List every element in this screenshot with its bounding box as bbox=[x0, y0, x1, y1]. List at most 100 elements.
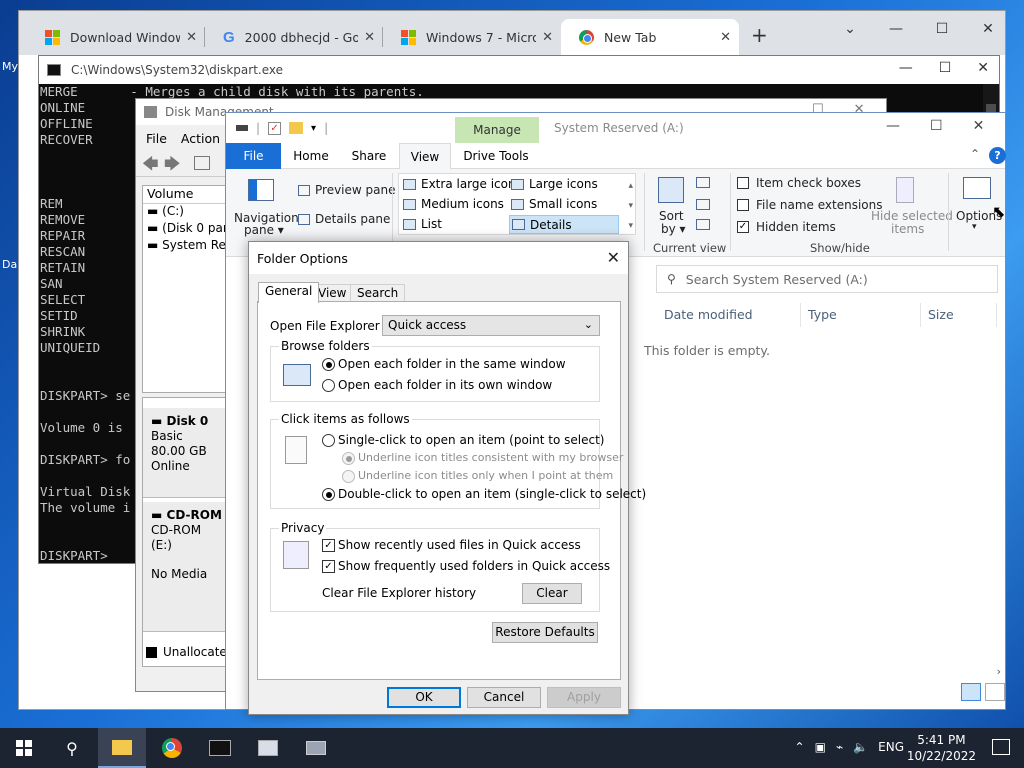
cdrom-block[interactable]: ▬ CD-ROM 0 CD-ROM (E:) No Media bbox=[143, 502, 229, 632]
network-icon[interactable]: ▣ bbox=[815, 740, 826, 754]
radio-single-click[interactable] bbox=[322, 434, 335, 447]
volume-row[interactable]: ▬ (C:) bbox=[143, 204, 227, 221]
frequent-folders-checkbox[interactable]: ✓ bbox=[322, 560, 335, 573]
size-columns-icon[interactable] bbox=[696, 219, 710, 230]
maximize-icon[interactable]: ☐ bbox=[919, 21, 965, 37]
search-icon[interactable]: ⚲ bbox=[48, 728, 96, 768]
chevron-up-icon[interactable]: ⌃ bbox=[970, 147, 980, 161]
preview-pane-button[interactable]: Preview pane bbox=[315, 183, 395, 197]
options-icon[interactable] bbox=[963, 177, 991, 199]
new-tab-button[interactable]: + bbox=[751, 23, 768, 47]
radio-same-window[interactable] bbox=[322, 358, 335, 371]
sort-by-button[interactable]: Sort bbox=[659, 209, 684, 223]
chevron-down-icon[interactable]: ▾ bbox=[972, 222, 977, 232]
navigation-pane-icon[interactable] bbox=[248, 179, 274, 201]
back-arrow-icon[interactable]: 🡄 bbox=[142, 153, 159, 180]
scroll-right-icon[interactable]: › bbox=[997, 665, 1001, 678]
tab-file[interactable]: File bbox=[226, 143, 281, 169]
tab-general[interactable]: General bbox=[258, 282, 320, 303]
layout-extra-large-icons[interactable]: Extra large icons bbox=[403, 177, 522, 191]
layout-small-icons[interactable]: Small icons bbox=[511, 197, 597, 211]
file-name-extensions-label[interactable]: File name extensions bbox=[756, 198, 883, 212]
layout-scroll-icon[interactable]: ▴ ▾ ▾ bbox=[628, 176, 633, 236]
start-button[interactable] bbox=[0, 728, 48, 768]
layout-details[interactable]: Details bbox=[509, 215, 619, 234]
close-icon[interactable]: ✕ bbox=[720, 30, 731, 45]
misc-taskbar-button[interactable] bbox=[292, 728, 340, 768]
volume-row[interactable]: ▬ System Rese bbox=[143, 238, 227, 255]
close-icon[interactable]: ✕ bbox=[186, 30, 197, 45]
frequent-folders-label[interactable]: Show frequently used folders in Quick ac… bbox=[338, 559, 610, 573]
minimize-icon[interactable]: — bbox=[899, 60, 913, 76]
chevron-up-icon[interactable]: ⌃ bbox=[795, 740, 805, 754]
hidden-items-label[interactable]: Hidden items bbox=[756, 220, 836, 234]
tab-drive-tools[interactable]: Drive Tools bbox=[458, 143, 534, 169]
hide-selected-items-button[interactable]: Hide selected bbox=[871, 209, 953, 223]
clear-button[interactable]: Clear bbox=[522, 583, 582, 604]
horizontal-scrollbar[interactable]: › bbox=[631, 665, 1005, 681]
large-icons-view-icon[interactable] bbox=[985, 683, 1005, 701]
apply-button[interactable]: Apply bbox=[547, 687, 621, 708]
chrome-tab[interactable]: G 2000 dbhecjd - Goog ✕ bbox=[205, 19, 383, 55]
file-name-extensions-checkbox[interactable] bbox=[737, 199, 749, 211]
recent-files-checkbox[interactable]: ✓ bbox=[322, 539, 335, 552]
single-click-label[interactable]: Single-click to open an item (point to s… bbox=[338, 433, 604, 447]
tab-share[interactable]: Share bbox=[342, 143, 396, 169]
clock[interactable]: 5:41 PM 10/22/2022 bbox=[907, 732, 976, 764]
search-input[interactable]: ⚲ Search System Reserved (A:) bbox=[656, 265, 998, 293]
close-icon[interactable]: ✕ bbox=[965, 21, 1011, 37]
maximize-icon[interactable]: ☐ bbox=[939, 60, 952, 76]
volume-row[interactable]: ▬ (Disk 0 partit bbox=[143, 221, 227, 238]
column-size[interactable]: Size bbox=[928, 307, 954, 322]
maximize-icon[interactable]: ☐ bbox=[930, 118, 943, 134]
add-columns-icon[interactable] bbox=[696, 199, 710, 210]
language-indicator[interactable]: ENG bbox=[878, 740, 904, 754]
tab-search[interactable]: Search bbox=[350, 284, 406, 302]
recent-files-label[interactable]: Show recently used files in Quick access bbox=[338, 538, 581, 552]
menu-file[interactable]: File bbox=[146, 131, 167, 146]
forward-arrow-icon[interactable]: 🡆 bbox=[164, 153, 181, 180]
close-icon[interactable]: ✕ bbox=[607, 248, 620, 267]
restore-defaults-button[interactable]: Restore Defaults bbox=[492, 622, 598, 643]
menu-action[interactable]: Action bbox=[181, 131, 220, 146]
disk-management-taskbar-button[interactable] bbox=[244, 728, 292, 768]
radio-underline-browser[interactable] bbox=[342, 452, 355, 465]
layout-list[interactable]: List bbox=[403, 217, 442, 231]
chrome-tab[interactable]: Windows 7 - Microsc ✕ bbox=[383, 19, 561, 55]
radio-own-window[interactable] bbox=[322, 379, 335, 392]
ok-button[interactable]: OK bbox=[387, 687, 461, 708]
qat-dropdown-icon[interactable]: ▾ bbox=[311, 123, 316, 134]
close-icon[interactable]: ✕ bbox=[977, 60, 989, 76]
radio-double-click[interactable] bbox=[322, 488, 335, 501]
chevron-down-icon[interactable]: ⌄ bbox=[827, 21, 873, 37]
hidden-items-checkbox[interactable]: ✓ bbox=[737, 221, 749, 233]
details-view-icon[interactable] bbox=[961, 683, 981, 701]
disk-0-block[interactable]: ▬ Disk 0 Basic 80.00 GB Online bbox=[143, 408, 229, 498]
group-by-icon[interactable] bbox=[696, 177, 710, 188]
open-explorer-select[interactable]: Quick access ⌄ bbox=[382, 315, 600, 336]
close-icon[interactable]: ✕ bbox=[542, 30, 553, 45]
double-click-label[interactable]: Double-click to open an item (single-cli… bbox=[338, 487, 646, 501]
own-window-label[interactable]: Open each folder in its own window bbox=[338, 378, 552, 392]
underline-browser-label[interactable]: Underline icon titles consistent with my… bbox=[358, 451, 623, 464]
minimize-icon[interactable]: — bbox=[886, 118, 900, 134]
radio-underline-point[interactable] bbox=[342, 470, 355, 483]
underline-point-label[interactable]: Underline icon titles only when I point … bbox=[358, 469, 613, 482]
file-explorer-taskbar-button[interactable] bbox=[98, 728, 146, 768]
sort-by-icon[interactable] bbox=[658, 177, 684, 203]
item-check-boxes-label[interactable]: Item check boxes bbox=[756, 176, 861, 190]
same-window-label[interactable]: Open each folder in the same window bbox=[338, 357, 566, 371]
chrome-tab-active[interactable]: New Tab ✕ bbox=[561, 19, 739, 55]
properties-check-icon[interactable]: ✓ bbox=[268, 121, 282, 135]
close-icon[interactable]: ✕ bbox=[364, 30, 375, 45]
help-icon[interactable]: ? bbox=[989, 147, 1006, 164]
minimize-icon[interactable]: — bbox=[873, 21, 919, 37]
cancel-button[interactable]: Cancel bbox=[467, 687, 541, 708]
chrome-taskbar-button[interactable] bbox=[148, 728, 196, 768]
layout-large-icons[interactable]: Large icons bbox=[511, 177, 598, 191]
column-type[interactable]: Type bbox=[808, 307, 837, 322]
item-check-boxes-checkbox[interactable] bbox=[737, 177, 749, 189]
notifications-icon[interactable] bbox=[992, 739, 1010, 755]
properties-icon[interactable] bbox=[194, 156, 210, 170]
new-folder-icon[interactable] bbox=[289, 122, 304, 134]
